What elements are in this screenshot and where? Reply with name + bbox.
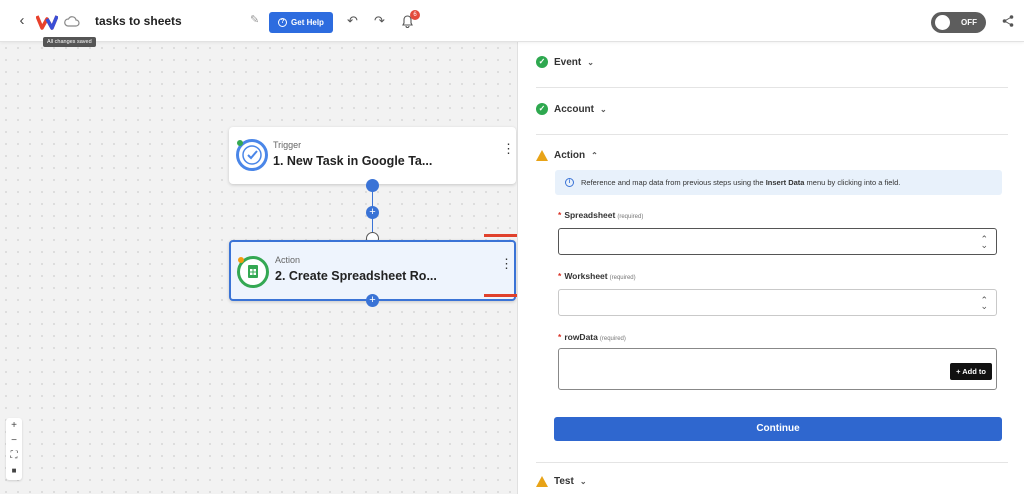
select-arrows-icon: ⌃ ⌄ <box>980 295 988 311</box>
step-config-panel: ✓ Event ⌄ ✓ Account ⌄ Action ⌃ i Referen… <box>517 42 1024 494</box>
account-section-label: Account <box>554 103 594 115</box>
action-section-header[interactable]: Action ⌃ <box>536 150 598 161</box>
select-arrows-icon: ⌃ ⌄ <box>980 234 988 250</box>
toggle-label: OFF <box>961 18 977 27</box>
section-divider <box>536 134 1008 135</box>
notification-badge: 6 <box>410 10 420 20</box>
chevron-up-icon: ⌃ <box>591 151 598 160</box>
add-step-plus-icon[interactable]: + <box>366 206 379 219</box>
check-icon: ✓ <box>536 56 548 68</box>
worksheet-field-label: * Worksheet (required) <box>558 271 636 281</box>
cloud-saved-icon <box>64 16 80 27</box>
redo-icon[interactable]: ↷ <box>374 14 385 28</box>
action-step-name: 2. Create Spreadsheet Ro... <box>275 269 437 283</box>
connector-top-node[interactable] <box>366 179 379 192</box>
action-kind-label: Action <box>275 255 301 265</box>
add-to-button[interactable]: + Add to <box>950 363 992 380</box>
google-sheets-icon <box>237 256 269 288</box>
app-logo-icon[interactable] <box>36 14 58 30</box>
event-section-header[interactable]: ✓ Event ⌄ <box>536 56 594 68</box>
toggle-knob <box>935 15 950 30</box>
canvas-zoom-controls: + − ⛶ ■ <box>6 418 22 480</box>
test-section-header[interactable]: Test ⌄ <box>536 476 587 487</box>
lock-icon[interactable]: ■ <box>6 463 22 478</box>
question-icon: ? <box>278 18 288 27</box>
continue-button[interactable]: Continue <box>554 417 1002 441</box>
rowdata-field-label: * rowData (required) <box>558 332 626 342</box>
get-help-button[interactable]: ? Get Help <box>269 12 333 33</box>
workflow-canvas[interactable]: Trigger 1. New Task in Google Ta... ⋮ + … <box>0 42 517 494</box>
share-icon[interactable] <box>1001 14 1015 28</box>
edit-pencil-icon[interactable]: ✎ <box>250 15 261 26</box>
trigger-step-card[interactable]: Trigger 1. New Task in Google Ta... ⋮ <box>229 127 516 184</box>
rowdata-input[interactable]: + Add to <box>558 348 997 390</box>
section-divider <box>536 462 1008 463</box>
trigger-more-options-icon[interactable]: ⋮ <box>502 142 515 155</box>
spreadsheet-select[interactable]: ⌃ ⌄ <box>558 228 997 255</box>
zoom-in-icon[interactable]: + <box>6 418 22 433</box>
worksheet-select[interactable]: ⌃ ⌄ <box>558 289 997 316</box>
zoom-out-icon[interactable]: − <box>6 433 22 448</box>
action-more-options-icon[interactable]: ⋮ <box>500 257 513 270</box>
add-step-below-plus-icon[interactable]: + <box>366 294 379 307</box>
chevron-down-icon: ⌄ <box>600 104 607 114</box>
fit-view-icon[interactable]: ⛶ <box>6 448 22 463</box>
back-arrow-icon[interactable]: ‹ <box>14 12 30 30</box>
spreadsheet-field-label: * Spreadsheet (required) <box>558 210 644 220</box>
get-help-label: Get Help <box>291 18 324 27</box>
test-section-label: Test <box>554 476 574 487</box>
google-tasks-icon <box>236 139 268 171</box>
top-bar: ‹ tasks to sheets All changes saved ✎ ? … <box>0 0 1024 47</box>
chevron-down-icon: ⌄ <box>587 57 594 67</box>
account-section-header[interactable]: ✓ Account ⌄ <box>536 103 607 115</box>
warning-icon <box>536 476 548 487</box>
action-section-label: Action <box>554 150 586 161</box>
trigger-kind-label: Trigger <box>273 140 302 150</box>
insert-data-info-box: i Reference and map data from previous s… <box>555 170 1002 195</box>
action-step-card[interactable]: Action 2. Create Spreadsheet Ro... ⋮ <box>229 240 516 301</box>
workflow-title[interactable]: tasks to sheets <box>95 14 182 28</box>
workflow-on-off-toggle[interactable]: OFF <box>931 12 986 33</box>
event-section-label: Event <box>554 56 582 68</box>
undo-icon[interactable]: ↶ <box>347 14 358 28</box>
saved-status-tooltip: All changes saved <box>43 37 96 47</box>
check-icon: ✓ <box>536 103 548 115</box>
section-divider <box>536 87 1008 88</box>
info-text: Reference and map data from previous ste… <box>581 178 901 187</box>
trigger-step-name: 1. New Task in Google Ta... <box>273 154 433 168</box>
chevron-down-icon: ⌄ <box>579 477 587 486</box>
warning-icon <box>536 150 548 161</box>
info-icon: i <box>565 178 574 187</box>
